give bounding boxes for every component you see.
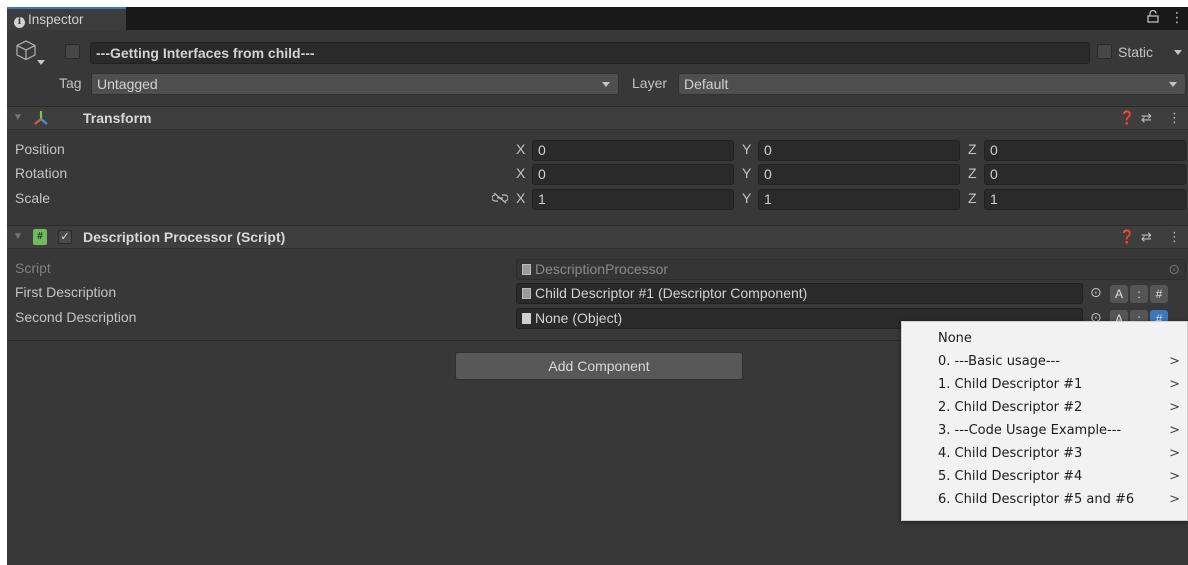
popup-item-label: 4. Child Descriptor #3: [938, 446, 1083, 461]
tab-bar: i Inspector ⋮: [7, 7, 1188, 30]
scale-label: Scale: [15, 190, 51, 206]
script-file-icon: [522, 264, 531, 275]
help-icon[interactable]: ❓: [1119, 110, 1135, 126]
foldout-arrow-icon[interactable]: ▼: [13, 231, 23, 242]
position-y-label[interactable]: Y: [742, 141, 751, 157]
constrain-proportions-icon[interactable]: [491, 191, 509, 207]
popup-item-label: 0. ---Basic usage---: [938, 354, 1060, 369]
popup-item-label: 5. Child Descriptor #4: [938, 469, 1083, 484]
scale-z-label[interactable]: Z: [968, 190, 977, 206]
static-dropdown-arrow[interactable]: [1174, 50, 1182, 55]
rotation-x-label[interactable]: X: [516, 165, 525, 181]
position-z-label[interactable]: Z: [968, 141, 977, 157]
submenu-arrow-icon: >: [1169, 492, 1180, 507]
popup-item-basic-usage[interactable]: 0. ---Basic usage--- >: [902, 350, 1188, 373]
static-checkbox[interactable]: [1097, 44, 1112, 59]
popup-item-child-descriptor-2[interactable]: 2. Child Descriptor #2 >: [902, 396, 1188, 419]
rotation-x-input[interactable]: 0: [532, 164, 734, 185]
second-description-label: Second Description: [15, 309, 137, 325]
add-component-button[interactable]: Add Component: [455, 352, 743, 380]
first-description-field[interactable]: Child Descriptor #1 (Descriptor Componen…: [516, 283, 1083, 304]
component-title: Description Processor (Script): [83, 229, 286, 245]
submenu-arrow-icon: >: [1169, 469, 1180, 484]
popup-item-label: 3. ---Code Usage Example---: [938, 423, 1122, 438]
descriptor-popup-menu: None 0. ---Basic usage--- > 1. Child Desc…: [901, 321, 1188, 521]
preset-icon[interactable]: ⇄: [1141, 110, 1152, 126]
transform-icon: [33, 109, 49, 130]
popup-item-code-usage-example[interactable]: 3. ---Code Usage Example--- >: [902, 419, 1188, 442]
rotation-z-input[interactable]: 0: [984, 164, 1186, 185]
rotation-z-label[interactable]: Z: [968, 165, 977, 181]
object-picker-icon: ⊙: [1168, 261, 1180, 277]
popup-item-label: 6. Child Descriptor #5 and #6: [938, 492, 1135, 507]
tag-dropdown[interactable]: Untagged: [91, 73, 619, 95]
tab-label: Inspector: [28, 12, 84, 27]
submenu-arrow-icon: >: [1169, 400, 1180, 415]
foldout-arrow-icon[interactable]: ▼: [13, 112, 23, 123]
first-description-value: Child Descriptor #1 (Descriptor Componen…: [535, 285, 808, 301]
enabled-checkbox[interactable]: ✓: [58, 230, 72, 244]
position-x-label[interactable]: X: [516, 141, 525, 157]
object-picker-icon[interactable]: ⊙: [1090, 284, 1102, 301]
submenu-arrow-icon: >: [1169, 446, 1180, 461]
popup-item-label: None: [938, 331, 972, 346]
position-x-input[interactable]: 0: [532, 140, 734, 161]
scale-y-input[interactable]: 1: [758, 189, 960, 210]
submenu-arrow-icon: >: [1169, 354, 1180, 369]
scale-x-input[interactable]: 1: [532, 189, 734, 210]
icon-dropdown-arrow[interactable]: [37, 60, 45, 65]
popup-item-child-descriptor-5-6[interactable]: 6. Child Descriptor #5 and #6 >: [902, 488, 1188, 511]
script-icon: #: [33, 229, 47, 245]
interface-button[interactable]: #: [1150, 285, 1168, 303]
tag-label: Tag: [59, 75, 82, 91]
gameobject-name-input[interactable]: ---Getting Interfaces from child---: [90, 42, 1090, 64]
submenu-arrow-icon: >: [1169, 377, 1180, 392]
scale-y-label[interactable]: Y: [742, 190, 751, 206]
scale-x-label[interactable]: X: [516, 190, 525, 206]
first-description-label: First Description: [15, 284, 117, 300]
popup-item-child-descriptor-4[interactable]: 5. Child Descriptor #4 >: [902, 465, 1188, 488]
preset-icon[interactable]: ⇄: [1141, 229, 1152, 245]
active-checkbox[interactable]: [65, 44, 80, 59]
script-label: Script: [15, 260, 51, 276]
popup-item-child-descriptor-1[interactable]: 1. Child Descriptor #1 >: [902, 373, 1188, 396]
component-icon: [522, 288, 531, 299]
transform-header[interactable]: ▼ Transform ❓ ⇄ ⋮: [7, 106, 1188, 130]
layer-label: Layer: [632, 75, 668, 91]
scale-z-input[interactable]: 1: [984, 189, 1186, 210]
popup-item-label: 1. Child Descriptor #1: [938, 377, 1083, 392]
kebab-menu-icon[interactable]: ⋮: [1170, 9, 1184, 26]
assign-button[interactable]: A: [1110, 285, 1128, 303]
static-label: Static: [1118, 44, 1154, 60]
position-z-input[interactable]: 0: [984, 140, 1186, 161]
cube-icon: [15, 39, 37, 64]
layer-value: Default: [684, 76, 729, 92]
popup-item-none[interactable]: None: [902, 327, 1188, 350]
rotation-y-label[interactable]: Y: [742, 165, 751, 181]
help-icon[interactable]: ❓: [1119, 229, 1135, 245]
tab-inspector[interactable]: i Inspector: [7, 7, 126, 30]
rotation-label: Rotation: [15, 165, 68, 181]
position-label: Position: [15, 141, 65, 157]
component-menu-icon[interactable]: ⋮: [1168, 110, 1181, 126]
rotation-y-input[interactable]: 0: [758, 164, 960, 185]
popup-item-child-descriptor-3[interactable]: 4. Child Descriptor #3 >: [902, 442, 1188, 465]
lock-icon[interactable]: [1147, 9, 1159, 26]
layer-dropdown[interactable]: Default: [678, 73, 1186, 95]
chevron-down-icon: [1169, 82, 1177, 87]
script-value: DescriptionProcessor: [535, 261, 669, 277]
submenu-arrow-icon: >: [1169, 423, 1180, 438]
tag-value: Untagged: [97, 76, 158, 92]
transform-title: Transform: [83, 110, 152, 126]
popup-item-label: 2. Child Descriptor #2: [938, 400, 1083, 415]
chevron-down-icon: [602, 82, 610, 87]
info-icon: i: [14, 17, 25, 28]
position-y-input[interactable]: 0: [758, 140, 960, 161]
script-field: DescriptionProcessor ⊙: [516, 259, 1186, 280]
component-menu-icon[interactable]: ⋮: [1168, 229, 1181, 245]
second-description-value: None (Object): [535, 310, 623, 326]
description-processor-header[interactable]: ▼ # ✓ Description Processor (Script) ❓ ⇄…: [7, 225, 1188, 249]
object-file-icon: [522, 313, 531, 324]
type-button[interactable]: :: [1130, 285, 1148, 303]
